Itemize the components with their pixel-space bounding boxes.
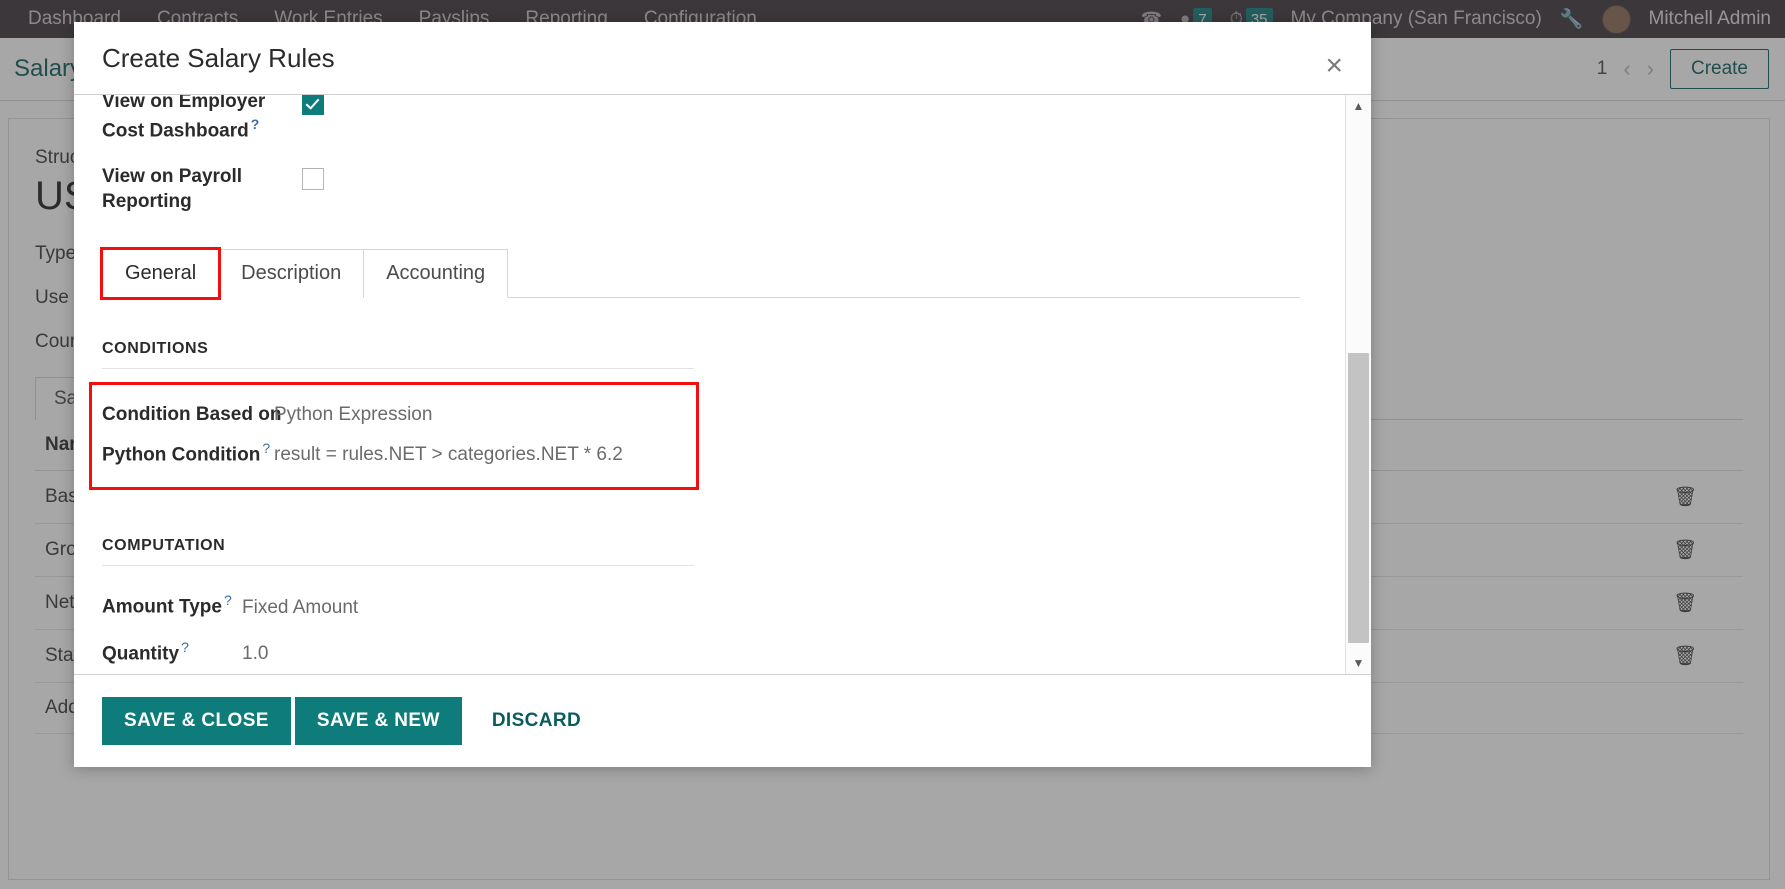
view-employer-cost-dashboard-row: View on Employer Cost Dashboard? bbox=[102, 95, 1345, 144]
scroll-up-arrow-icon[interactable]: ▲ bbox=[1346, 95, 1371, 117]
quantity-label: Quantity? bbox=[102, 639, 242, 665]
view-payroll-reporting-row: View on Payroll Reporting bbox=[102, 164, 1345, 215]
computation-fields: Amount Type? Fixed Amount Quantity? 1.0 … bbox=[102, 582, 1345, 674]
label-text: View on Employer Cost Dashboard bbox=[102, 95, 266, 141]
conditions-section-title: CONDITIONS bbox=[102, 340, 694, 369]
python-condition-row[interactable]: Python Condition? result = rules.NET > c… bbox=[102, 433, 696, 473]
close-icon[interactable]: × bbox=[1319, 50, 1349, 82]
quantity-value[interactable]: 1.0 bbox=[242, 643, 268, 665]
label-text: Quantity bbox=[102, 642, 180, 664]
app-root: Dashboard Contracts Work Entries Payslip… bbox=[0, 0, 1785, 889]
label-text: View on Payroll Reporting bbox=[102, 165, 243, 213]
dialog-header: Create Salary Rules × bbox=[74, 22, 1371, 94]
create-salary-rules-dialog: Create Salary Rules × View on Employer C… bbox=[74, 22, 1371, 767]
computation-section: COMPUTATION bbox=[102, 537, 694, 567]
condition-based-on-row[interactable]: Condition Based on Python Expression bbox=[102, 397, 696, 433]
conditions-fields-highlight: Condition Based on Python Expression Pyt… bbox=[89, 381, 699, 491]
help-icon[interactable]: ? bbox=[251, 116, 260, 132]
discard-button[interactable]: DISCARD bbox=[472, 697, 601, 745]
view-employer-cost-dashboard-checkbox[interactable] bbox=[302, 95, 324, 115]
dialog-body: View on Employer Cost Dashboard? View on… bbox=[74, 94, 1371, 675]
help-icon[interactable]: ? bbox=[181, 639, 189, 655]
view-employer-cost-dashboard-label: View on Employer Cost Dashboard? bbox=[102, 95, 302, 144]
view-payroll-reporting-checkbox[interactable] bbox=[302, 167, 324, 190]
amount-type-label: Amount Type? bbox=[102, 592, 242, 618]
dialog-title: Create Salary Rules bbox=[102, 42, 335, 73]
condition-based-on-label: Condition Based on bbox=[102, 404, 281, 426]
scrollbar-thumb[interactable] bbox=[1348, 353, 1369, 643]
tab-general[interactable]: General bbox=[99, 246, 222, 300]
dialog-footer: SAVE & CLOSE SAVE & NEW DISCARD bbox=[74, 675, 1371, 767]
scroll-down-arrow-icon[interactable]: ▼ bbox=[1346, 652, 1371, 674]
save-and-new-button[interactable]: SAVE & NEW bbox=[294, 697, 462, 745]
amount-type-value[interactable]: Fixed Amount bbox=[242, 597, 358, 619]
condition-based-on-value[interactable]: Python Expression bbox=[274, 404, 432, 426]
label-text: Python Condition bbox=[102, 444, 261, 466]
quantity-row[interactable]: Quantity? 1.0 bbox=[102, 629, 1345, 674]
python-condition-value[interactable]: result = rules.NET > categories.NET * 6.… bbox=[274, 444, 623, 466]
amount-type-row[interactable]: Amount Type? Fixed Amount bbox=[102, 582, 1345, 628]
label-text: Condition Based on bbox=[102, 403, 282, 425]
save-and-close-button[interactable]: SAVE & CLOSE bbox=[102, 697, 291, 745]
computation-section-title: COMPUTATION bbox=[102, 537, 694, 567]
dialog-scrollbar[interactable]: ▲ ▼ bbox=[1345, 95, 1371, 674]
tab-accounting[interactable]: Accounting bbox=[364, 248, 509, 298]
tab-description[interactable]: Description bbox=[219, 248, 365, 298]
help-icon[interactable]: ? bbox=[262, 440, 270, 456]
conditions-section: CONDITIONS bbox=[102, 340, 694, 369]
dialog-scroll-content: View on Employer Cost Dashboard? View on… bbox=[74, 95, 1345, 674]
dialog-tabs: General Description Accounting bbox=[99, 246, 1300, 300]
label-text: Amount Type bbox=[102, 596, 222, 618]
python-condition-label: Python Condition? bbox=[102, 440, 274, 466]
view-payroll-reporting-label: View on Payroll Reporting bbox=[102, 164, 302, 215]
help-icon[interactable]: ? bbox=[224, 592, 232, 608]
